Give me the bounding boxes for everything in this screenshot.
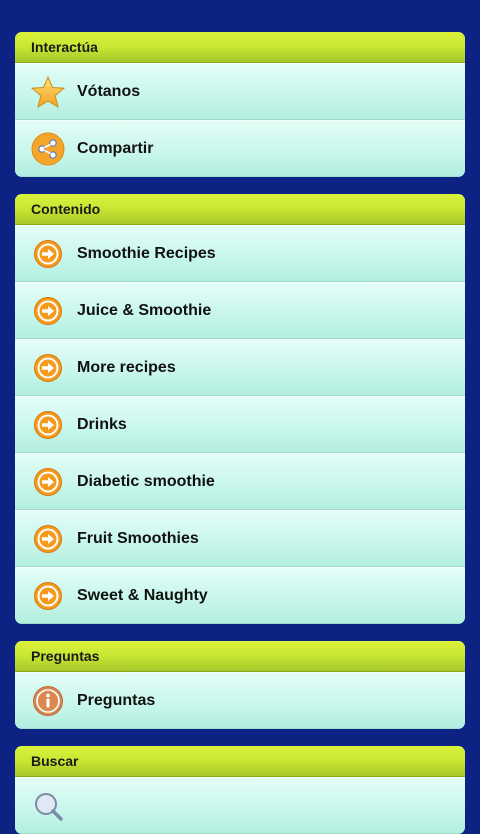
list-item-label: Diabetic smoothie	[77, 472, 215, 490]
list-item-label: More recipes	[77, 358, 176, 376]
share-icon	[31, 132, 65, 166]
section-buscar: Buscar	[15, 746, 465, 834]
list-item-smoothie-recipes[interactable]: Smoothie Recipes	[15, 225, 465, 282]
list-item-more-recipes[interactable]: More recipes	[15, 339, 465, 396]
list-item-label: Drinks	[77, 415, 127, 433]
list-item-diabetic-smoothie[interactable]: Diabetic smoothie	[15, 453, 465, 510]
arrow-right-icon	[31, 522, 65, 556]
list-item-label: Smoothie Recipes	[77, 244, 216, 262]
arrow-right-icon	[31, 294, 65, 328]
arrow-right-icon	[31, 237, 65, 271]
arrow-right-icon	[31, 465, 65, 499]
list-item-buscar[interactable]	[15, 777, 465, 834]
list-item-fruit-smoothies[interactable]: Fruit Smoothies	[15, 510, 465, 567]
list-item-preguntas[interactable]: Preguntas	[15, 672, 465, 729]
section-interactua: Interactúa Vótanos Compartir	[15, 32, 465, 177]
list-item-label: Vótanos	[77, 82, 141, 100]
arrow-right-icon	[31, 408, 65, 442]
list-item-juice-smoothie[interactable]: Juice & Smoothie	[15, 282, 465, 339]
list-item-label: Juice & Smoothie	[77, 301, 212, 319]
section-preguntas: Preguntas Preguntas	[15, 641, 465, 729]
list-item-label: Preguntas	[77, 691, 156, 709]
list-item-votanos[interactable]: Vótanos	[15, 63, 465, 120]
info-icon	[31, 684, 65, 718]
section-contenido: Contenido Smoothie Recipes Juice & Smoot…	[15, 194, 465, 624]
list-item-label: Fruit Smoothies	[77, 529, 199, 547]
search-icon	[31, 789, 65, 823]
arrow-right-icon	[31, 579, 65, 613]
section-header: Preguntas	[15, 641, 465, 672]
arrow-right-icon	[31, 351, 65, 385]
section-header: Interactúa	[15, 32, 465, 63]
section-header: Contenido	[15, 194, 465, 225]
list-item-label: Sweet & Naughty	[77, 586, 208, 604]
list-item-drinks[interactable]: Drinks	[15, 396, 465, 453]
section-header: Buscar	[15, 746, 465, 777]
list-item-compartir[interactable]: Compartir	[15, 120, 465, 177]
star-icon	[31, 75, 65, 109]
list-item-label: Compartir	[77, 139, 154, 157]
list-item-sweet-naughty[interactable]: Sweet & Naughty	[15, 567, 465, 624]
